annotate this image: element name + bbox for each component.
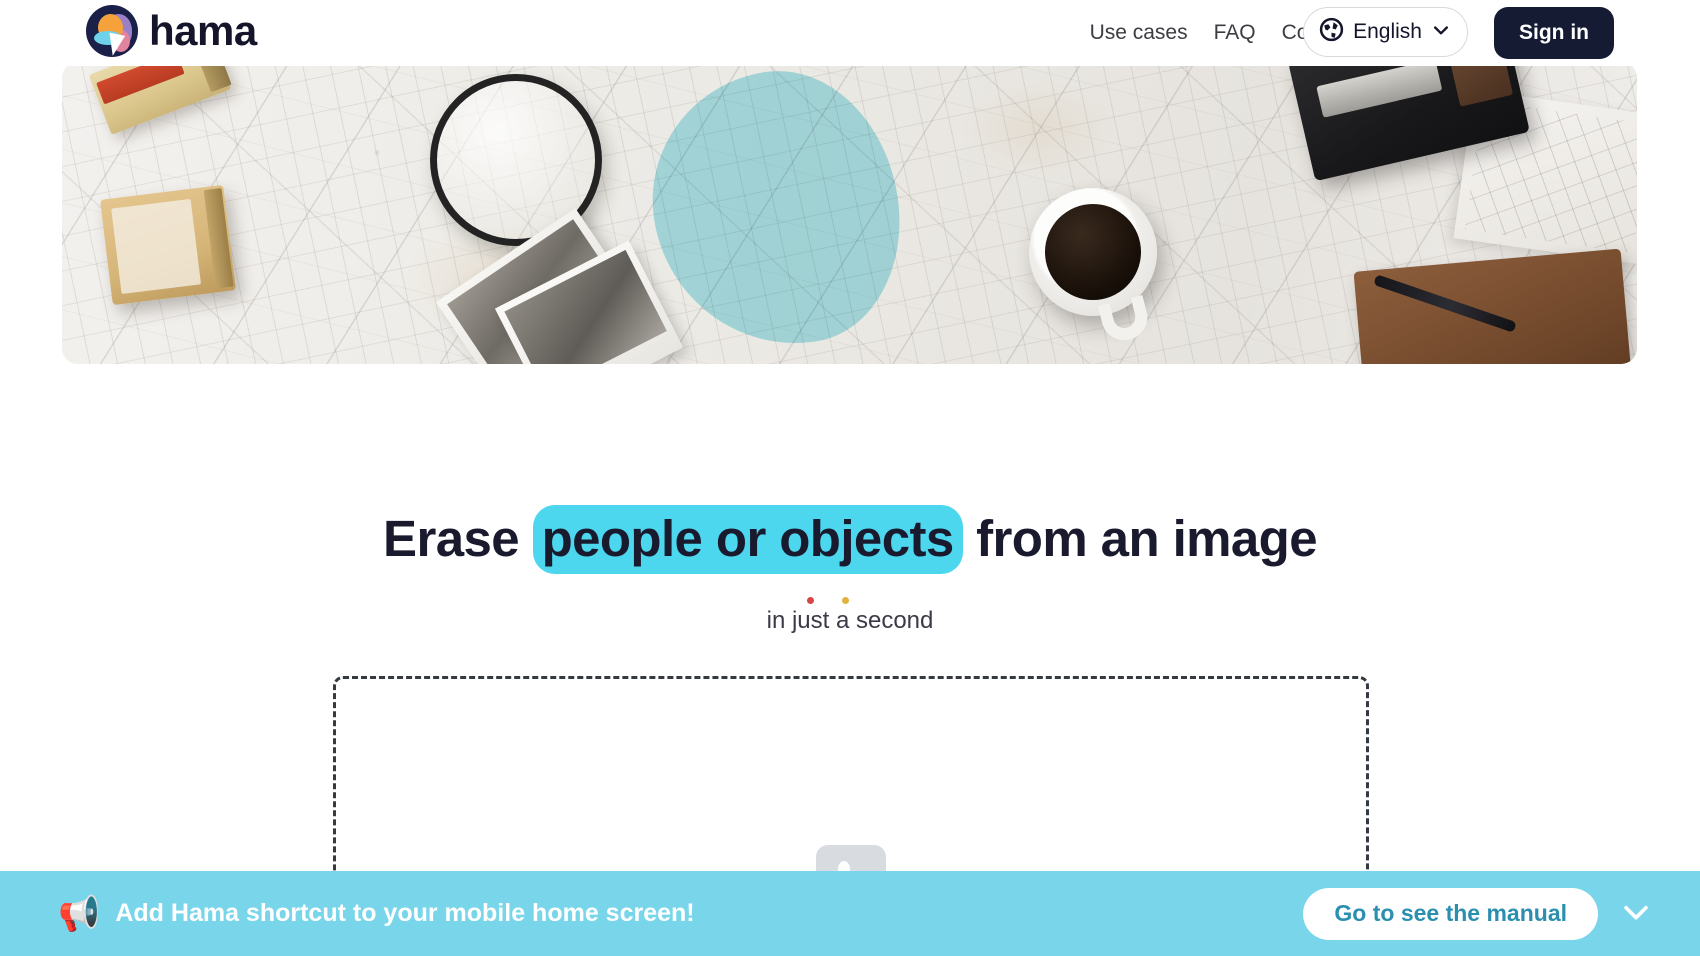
page-root: hama Use cases FAQ Contact English	[0, 0, 1700, 956]
go-to-manual-button[interactable]: Go to see the manual	[1303, 887, 1598, 940]
promo-banner: 📢 Add Hama shortcut to your mobile home …	[0, 871, 1700, 956]
page-title: Erase people or objects from an image	[0, 505, 1700, 574]
language-label: English	[1353, 20, 1422, 43]
accent-dot-yellow	[842, 597, 849, 604]
hero-image	[62, 62, 1637, 364]
headline-suffix: from an image	[962, 510, 1317, 567]
banner-message: Add Hama shortcut to your mobile home sc…	[115, 899, 695, 927]
chevron-down-icon	[1431, 20, 1451, 45]
globe-icon	[1319, 17, 1344, 47]
nav-item-faq[interactable]: FAQ	[1214, 21, 1256, 45]
hama-logo-icon	[86, 5, 138, 57]
nav-item-use-cases[interactable]: Use cases	[1090, 21, 1188, 45]
sign-in-button[interactable]: Sign in	[1494, 7, 1614, 59]
banner-message-group: 📢 Add Hama shortcut to your mobile home …	[58, 897, 695, 931]
headline-highlight: people or objects	[532, 505, 963, 574]
banner-dismiss-button[interactable]	[1614, 892, 1658, 936]
megaphone-icon: 📢	[58, 894, 101, 933]
headline-prefix: Erase	[383, 510, 533, 567]
brand-name: hama	[149, 7, 257, 54]
page-subtitle: in just a second	[766, 607, 934, 634]
language-selector[interactable]: English	[1303, 7, 1468, 57]
site-header: hama Use cases FAQ Contact English	[0, 0, 1700, 66]
banner-actions: Go to see the manual	[1303, 887, 1658, 940]
accent-dot-red	[807, 597, 814, 604]
brand-logo[interactable]: hama	[86, 5, 257, 57]
film-box-bottom	[100, 184, 236, 306]
chevron-down-icon	[1619, 895, 1653, 932]
